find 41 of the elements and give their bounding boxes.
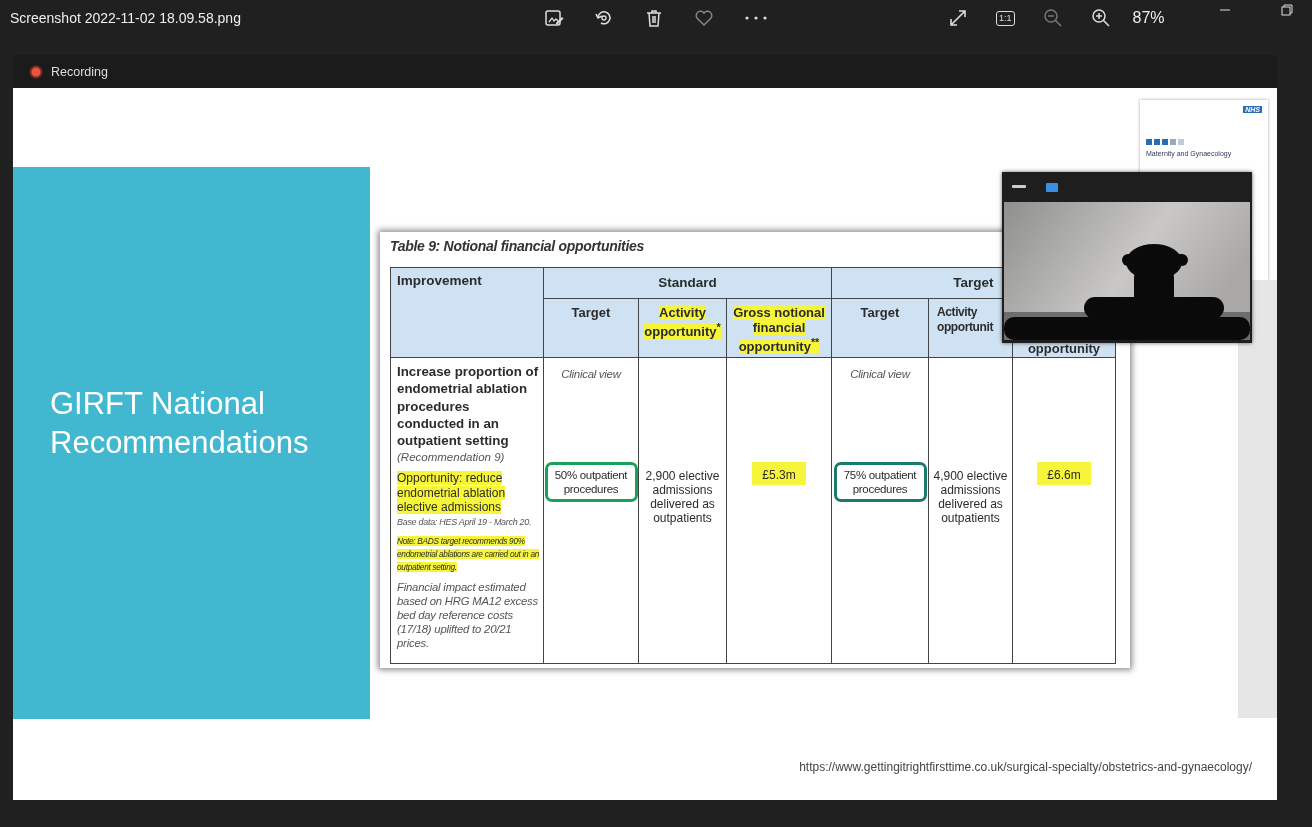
zoom-out-icon[interactable] <box>1042 8 1063 28</box>
rotate-icon[interactable] <box>594 8 614 28</box>
actual-size-button[interactable]: 1:1 <box>996 10 1015 26</box>
recording-dot-icon <box>29 64 43 79</box>
more-icon[interactable] <box>744 15 768 21</box>
delete-icon[interactable] <box>644 8 664 28</box>
progress-squares-icon <box>1146 139 1186 145</box>
edit-image-icon[interactable] <box>544 8 564 28</box>
fullscreen-icon[interactable] <box>948 8 968 28</box>
column-header: Activity opportunity$^{*}$ <box>639 299 727 358</box>
expand-icon[interactable] <box>1046 182 1058 192</box>
column-header: Target <box>544 299 639 358</box>
column-header: Gross notional financial opportunity$^{**}$ <box>727 299 832 358</box>
circled-target: 75% outpatient procedures <box>833 462 927 502</box>
restore-icon[interactable] <box>1280 4 1293 16</box>
circled-target: 50% outpatient procedures <box>544 462 638 502</box>
financial-value: £5.3m <box>752 462 806 485</box>
activity-text: 2,900 elective admissions delivered as outpatients <box>644 468 721 525</box>
clinical-view-text: Clinical view <box>850 368 910 380</box>
group-header: Standard <box>544 268 832 299</box>
opportunity-text: Opportunity: reduce endometrial ablation elective admissions <box>397 471 507 515</box>
slide-title: GIRFT National Recommendations <box>50 385 310 462</box>
file-name: Screenshot 2022-11-02 18.09.58.png <box>10 10 242 26</box>
minimize-icon[interactable] <box>1012 185 1026 189</box>
base-data-note: Base data: HES April 19 - March 20. <box>397 517 533 527</box>
column-header: Improvement <box>391 268 544 358</box>
zoom-level: 87% <box>1132 9 1165 27</box>
financial-impact-note: Financial impact estimated based on HRG MA12 excess bed day reference costs (17/18) uplifted to 20/21 prices. <box>397 580 539 650</box>
clinical-view-text: Clinical view <box>561 368 621 380</box>
column-header: Activity opportunit <box>929 299 1013 358</box>
table-caption: Table 9: Notional financial opportunities <box>390 238 645 256</box>
zoom-in-icon[interactable] <box>1090 8 1111 28</box>
source-url: https://www.gettingitrightfirsttime.co.uk/surgical-specialty/obstetrics-and-gynaecology/ <box>799 760 1252 774</box>
heart-icon[interactable] <box>694 8 714 28</box>
recommendation-reference: (Recommendation 9) <box>397 451 506 464</box>
activity-text: 4,900 elective admissions delivered as outpatients <box>933 468 1008 525</box>
recording-label: Recording <box>51 64 108 79</box>
column-header: Target <box>832 299 929 358</box>
bads-note: Note: BADS target recommends 90% endometrial ablations are carried out in an outpatient setting. <box>397 535 540 574</box>
improvement-title: Increase proportion of endometrial ablation procedures conducted in an outpatient setting <box>397 363 540 450</box>
financial-value: £6.6m <box>1037 462 1091 485</box>
